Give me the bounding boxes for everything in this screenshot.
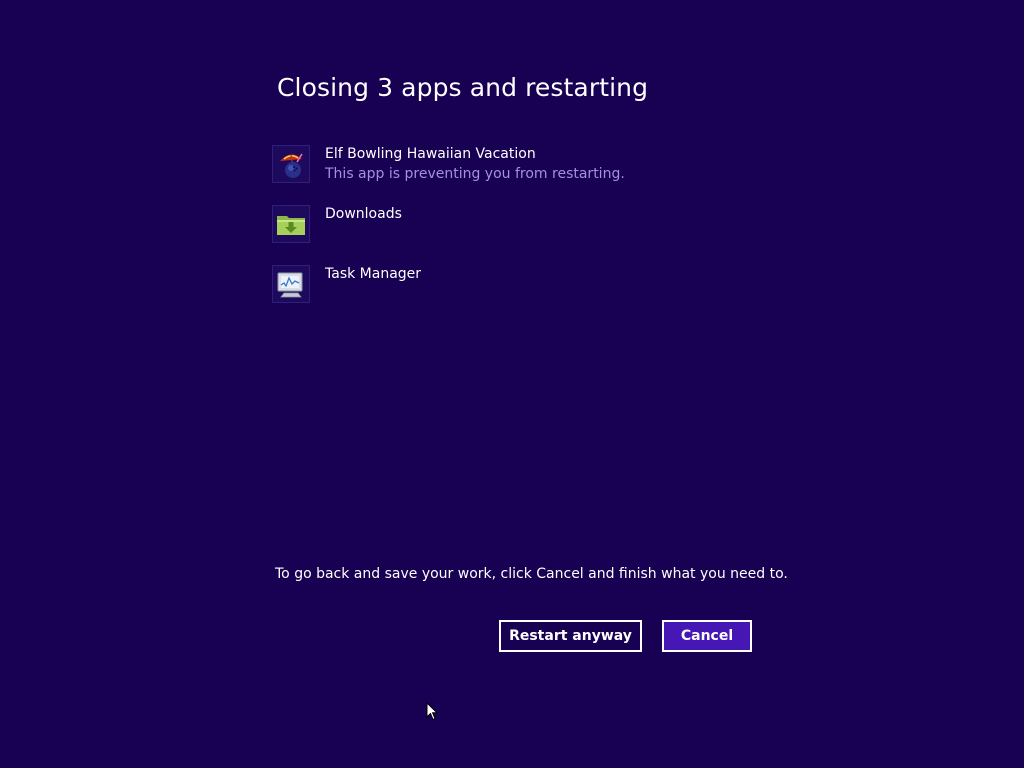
app-name: Elf Bowling Hawaiian Vacation [325, 146, 536, 162]
app-name: Task Manager [325, 266, 422, 282]
list-item-task-manager: Task Manager [272, 265, 772, 325]
list-item-downloads: Downloads [272, 205, 772, 265]
task-manager-icon [272, 265, 310, 303]
page-title: Closing 3 apps and restarting [277, 73, 649, 102]
app-blocking-status: This app is preventing you from restarti… [325, 166, 625, 182]
mouse-pointer-icon [426, 701, 439, 725]
shutdown-blocking-screen: Closing 3 apps and restarting Elf Bowlin… [0, 0, 1024, 768]
list-item-elf-bowling: Elf Bowling Hawaiian Vacation This app i… [272, 145, 772, 205]
folder-download-icon [272, 205, 310, 243]
restart-anyway-button[interactable]: Restart anyway [499, 620, 642, 652]
cancel-button[interactable]: Cancel [662, 620, 752, 652]
blocking-app-list: Elf Bowling Hawaiian Vacation This app i… [272, 145, 772, 325]
save-work-hint: To go back and save your work, click Can… [275, 566, 788, 582]
app-name: Downloads [325, 206, 402, 222]
elf-bowling-icon [272, 145, 310, 183]
